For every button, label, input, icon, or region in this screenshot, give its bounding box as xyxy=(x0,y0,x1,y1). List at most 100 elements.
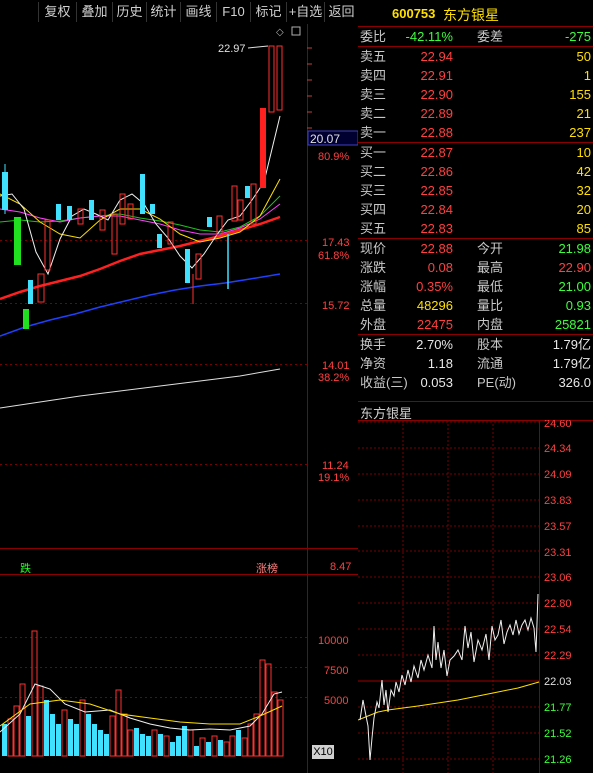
kline-chart[interactable]: 22.97 ◇ 20.07 80.9% 17.43 61.8% 15.72 14… xyxy=(0,24,358,773)
volume-bars xyxy=(2,630,284,757)
stat-value: 48296 xyxy=(416,298,453,313)
chart-toolbar: 复权 叠加 历史 统计 画线 F10 标记 +自选 返回 xyxy=(0,0,358,24)
buy-level-row: 买五 22.83 85 xyxy=(358,219,593,238)
extra-label-2: 股本 xyxy=(477,337,504,352)
order-price: 22.85 xyxy=(420,183,453,198)
svg-text:22.54: 22.54 xyxy=(544,624,572,636)
order-level-label: 卖四 xyxy=(360,68,387,83)
svg-text:23.06: 23.06 xyxy=(544,572,572,584)
ma-red-line xyxy=(0,215,281,301)
overlay-button[interactable]: 叠加 xyxy=(76,2,112,22)
stat-value: 0.08 xyxy=(427,260,453,275)
price-axis-pct-80: 80.9% xyxy=(318,151,349,163)
order-level-label: 买三 xyxy=(360,183,387,198)
order-level-label: 卖三 xyxy=(360,87,387,102)
stat-value: 22.88 xyxy=(420,241,453,256)
stat-label-2: 内盘 xyxy=(477,317,504,332)
quote-stat-row: 涨幅 0.35% 最低 21.00 xyxy=(358,277,593,296)
price-axis-17: 17.43 xyxy=(322,237,350,249)
price-gridlines xyxy=(0,240,307,698)
order-level-label: 买一 xyxy=(360,145,387,160)
draw-line-button[interactable]: 画线 xyxy=(180,2,216,22)
extra-label-2: 流通 xyxy=(477,356,504,371)
svg-text:23.83: 23.83 xyxy=(544,495,572,507)
extra-value-2: 1.79亿 xyxy=(552,356,591,371)
stock-code: 600753 xyxy=(392,6,436,21)
fuquan-button[interactable]: 复权 xyxy=(38,2,76,22)
svg-text:24.60: 24.60 xyxy=(544,420,572,430)
price-axis-11: 11.24 xyxy=(322,460,349,472)
minute-chart-title-bar: 东方银星 xyxy=(358,401,593,421)
weibi-row: 委比 -42.11% 委差 -275 xyxy=(358,27,593,46)
ma-blue-line xyxy=(0,273,281,337)
svg-text:21.77: 21.77 xyxy=(544,702,572,714)
liangbang-tag: 涨榜 xyxy=(256,561,278,575)
svg-text:21.26: 21.26 xyxy=(544,754,572,766)
sell-level-row: 卖四 22.91 1 xyxy=(358,66,593,85)
order-volume: 10 xyxy=(576,145,591,160)
minute-chart[interactable]: 24.60 24.34 24.09 23.83 23.57 23.31 23.0… xyxy=(358,420,593,773)
weibi-label: 委比 xyxy=(360,29,387,44)
extra-value: 0.053 xyxy=(420,375,453,390)
sell-level-row: 卖五 22.94 50 xyxy=(358,47,593,66)
minute-price-line xyxy=(359,593,539,761)
price-axis-14: 14.01 xyxy=(322,360,350,372)
quote-stat-row: 外盘 22475 内盘 25821 xyxy=(358,315,593,334)
stat-value-2: 21.98 xyxy=(558,241,591,256)
stat-value: 0.35% xyxy=(416,279,453,294)
ma-white-long-line xyxy=(0,368,281,409)
price-axis-pct-61: 61.8% xyxy=(318,250,349,262)
order-volume: 50 xyxy=(576,49,591,64)
stat-value-2: 25821 xyxy=(554,317,591,332)
weibi-value: -42.11% xyxy=(405,29,453,44)
add-watchlist-button[interactable]: +自选 xyxy=(286,2,324,22)
quote-extra-row: 换手 2.70% 股本 1.79亿 xyxy=(358,335,593,354)
sell-level-row: 卖一 22.88 237 xyxy=(358,123,593,142)
quote-stat-row: 现价 22.88 今开 21.98 xyxy=(358,239,593,258)
stock-name: 东方银星 xyxy=(443,7,499,23)
sell-level-row: 卖三 22.90 155 xyxy=(358,85,593,104)
order-level-label: 买四 xyxy=(360,202,387,217)
f10-button[interactable]: F10 xyxy=(216,2,250,22)
minute-avg-line xyxy=(358,681,540,721)
order-volume: 155 xyxy=(569,87,591,102)
stat-label-2: 今开 xyxy=(477,241,504,256)
svg-text:22.29: 22.29 xyxy=(544,650,572,662)
volume-ma-yellow-line xyxy=(0,699,283,727)
weicha-value: -275 xyxy=(564,29,591,44)
stat-value-2: 22.90 xyxy=(558,260,591,275)
minute-axis: 24.60 24.34 24.09 23.83 23.57 23.31 23.0… xyxy=(544,420,572,766)
candlesticks xyxy=(2,45,283,329)
svg-text:24.09: 24.09 xyxy=(544,469,572,481)
checkbox-icon[interactable] xyxy=(291,26,301,36)
price-axis-pct-38: 38.2% xyxy=(318,372,349,384)
extra-value-2: 326.0 xyxy=(558,375,591,390)
svg-text:22.03: 22.03 xyxy=(544,676,572,688)
order-price: 22.87 xyxy=(420,145,453,160)
order-price: 22.91 xyxy=(420,68,453,83)
buy-level-row: 买四 22.84 20 xyxy=(358,200,593,219)
stat-label: 涨跌 xyxy=(360,260,387,275)
stat-label-2: 最低 xyxy=(477,279,504,294)
order-price: 22.86 xyxy=(420,164,453,179)
quote-panel: 委比 -42.11% 委差 -275 卖五 22.94 50 卖四 22.91 1 卖三 22… xyxy=(358,27,593,392)
order-level-label: 卖五 xyxy=(360,49,387,64)
extra-value-2: 1.79亿 xyxy=(552,337,591,352)
mark-button[interactable]: 标记 xyxy=(250,2,286,22)
extra-value: 2.70% xyxy=(416,337,453,352)
stat-label-2: 最高 xyxy=(477,260,504,275)
order-volume: 42 xyxy=(576,164,591,179)
stat-label: 外盘 xyxy=(360,317,387,332)
stat-value: 22475 xyxy=(416,317,453,332)
weicha-label: 委差 xyxy=(477,29,504,44)
history-button[interactable]: 历史 xyxy=(112,2,146,22)
extra-label: 净资 xyxy=(360,356,387,371)
buy-level-row: 买一 22.87 10 xyxy=(358,143,593,162)
back-button[interactable]: 返回 xyxy=(324,2,358,22)
quote-extra-row: 净资 1.18 流通 1.79亿 xyxy=(358,354,593,373)
stat-label: 涨幅 xyxy=(360,279,387,294)
statistics-button[interactable]: 统计 xyxy=(146,2,180,22)
minute-grid xyxy=(358,420,539,773)
order-level-label: 卖二 xyxy=(360,106,387,121)
order-level-label: 买二 xyxy=(360,164,387,179)
